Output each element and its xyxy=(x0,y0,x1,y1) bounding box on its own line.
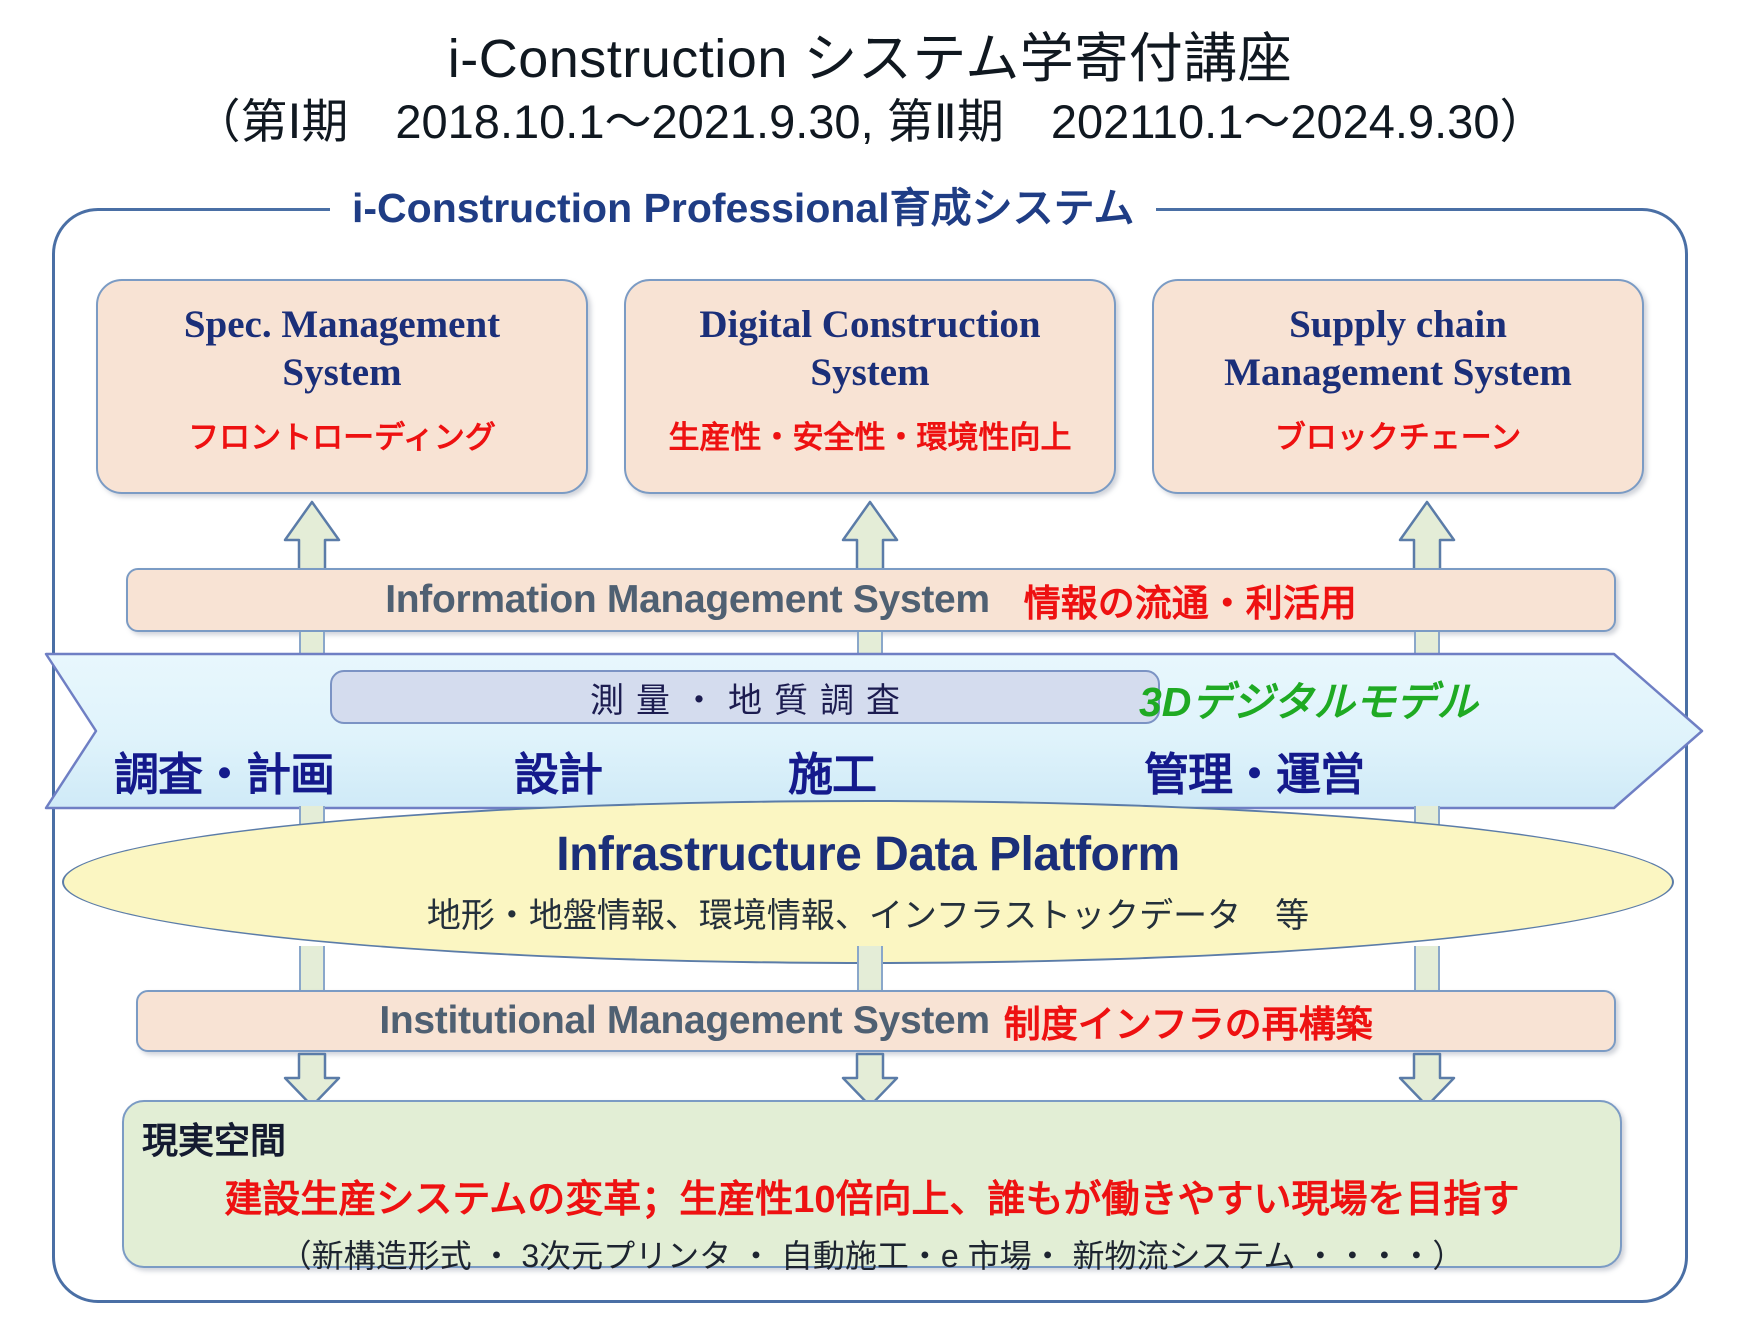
reality-space-heading: 現実空間 xyxy=(142,1120,287,1161)
reality-space-note: （新構造形式 ・ 3次元プリンタ ・ 自動施工・e 市場・ 新物流システム ・・… xyxy=(279,1238,1465,1274)
connector-segment xyxy=(299,946,325,990)
information-management-label-jp: 情報の流通・利活用 xyxy=(1023,583,1357,624)
platform-title: Infrastructure Data Platform xyxy=(556,828,1180,881)
3d-digital-model-label: 3Dデジタルモデル xyxy=(1139,679,1478,725)
phase-label-construction: 施工 xyxy=(788,749,877,800)
system-box-digital-construction[interactable]: Digital Construction System 生産性・安全性・環境性向… xyxy=(624,279,1116,494)
system-box-title: Digital Construction System xyxy=(699,303,1041,394)
phase-label-design: 設計 xyxy=(514,749,603,800)
platform-content: Infrastructure Data Platform 地形・地盤情報、環境情… xyxy=(62,800,1674,964)
institutional-management-label-jp: 制度インフラの再構築 xyxy=(1003,1004,1373,1045)
reality-space-main-text: 建設生産システムの変革；生産性10倍向上、誰もが働きやすい現場を目指す xyxy=(224,1179,1520,1221)
arrow-up-icon xyxy=(1396,500,1458,572)
connector-segment xyxy=(857,946,883,990)
information-management-bar[interactable]: Information Management System 情報の流通・利活用 xyxy=(126,568,1616,632)
reality-space-box[interactable]: 現実空間 建設生産システムの変革；生産性10倍向上、誰もが働きやすい現場を目指す… xyxy=(122,1100,1622,1274)
title-line-1: i-Construction システム学寄付講座 xyxy=(447,29,1293,89)
institutional-management-bar[interactable]: Institutional Management System 制度インフラの再… xyxy=(136,990,1616,1052)
system-box-subtitle: ブロックチェーン xyxy=(1274,420,1522,456)
phase-label-management-operation: 管理・運営 xyxy=(1144,749,1365,800)
system-box-row: Spec. Management System フロントローディング Digit… xyxy=(96,279,1644,494)
phase-label-survey-plan: 調査・計画 xyxy=(114,749,335,800)
institutional-management-label-en: Institutional Management System xyxy=(379,999,990,1042)
information-management-label-en: Information Management System xyxy=(385,578,990,621)
system-box-subtitle: フロントローディング xyxy=(188,420,496,456)
platform-subtitle: 地形・地盤情報、環境情報、インフラストックデータ 等 xyxy=(426,897,1310,935)
arrow-up-icon xyxy=(281,500,343,572)
arrow-up-icon xyxy=(839,500,901,572)
system-box-spec-management[interactable]: Spec. Management System フロントローディング xyxy=(96,279,588,494)
system-box-title: Supply chain Management System xyxy=(1224,303,1572,394)
infrastructure-data-platform[interactable]: Infrastructure Data Platform 地形・地盤情報、環境情… xyxy=(62,800,1674,964)
system-box-title: Spec. Management System xyxy=(183,303,501,394)
title-line-2: （第Ⅰ期 2018.10.1～2021.9.30, 第Ⅱ期 202110.1～2… xyxy=(193,95,1547,149)
process-phase-band: 測量・地質調査 3Dデジタルモデル 調査・計画 設計 施工 管理・運営 xyxy=(44,650,1704,812)
connector-segment xyxy=(1414,946,1440,990)
page-title: i-Construction システム学寄付講座 （第Ⅰ期 2018.10.1～… xyxy=(0,28,1740,150)
survey-geology-pill: 測量・地質調査 xyxy=(330,670,1160,724)
system-box-subtitle: 生産性・安全性・環境性向上 xyxy=(668,420,1072,456)
diagram-canvas: i-Construction システム学寄付講座 （第Ⅰ期 2018.10.1～… xyxy=(0,0,1740,1343)
system-box-supply-chain[interactable]: Supply chain Management System ブロックチェーン xyxy=(1152,279,1644,494)
professional-system-legend: i-Construction Professional育成システム xyxy=(330,183,1157,233)
